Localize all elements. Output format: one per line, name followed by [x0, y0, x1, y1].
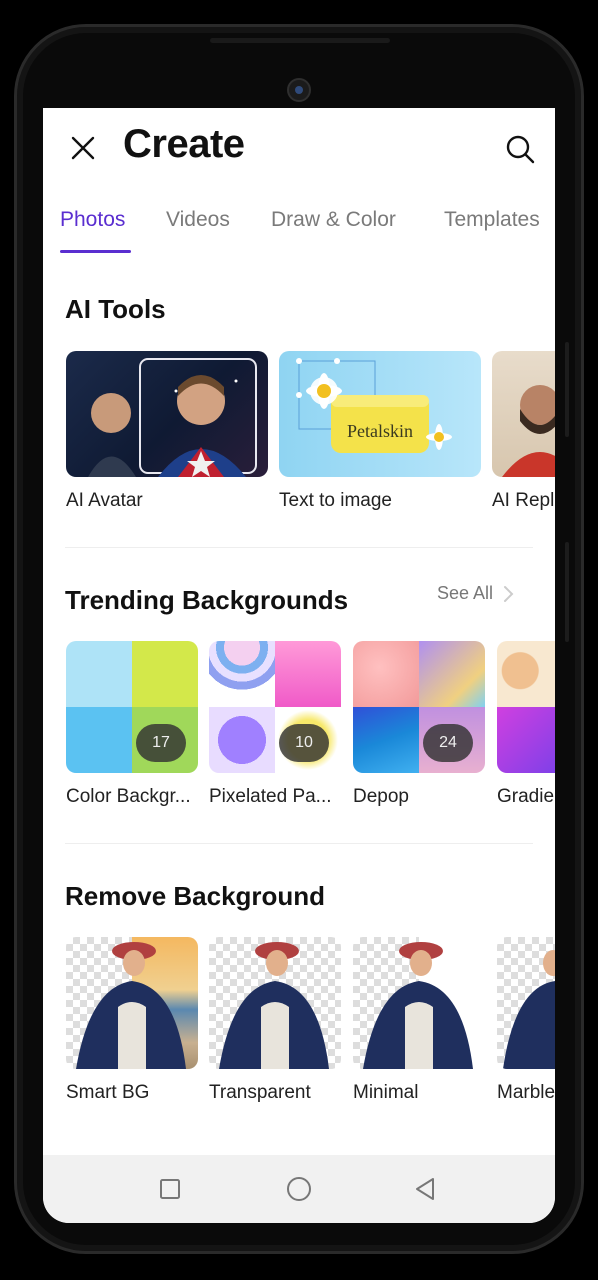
model-figure	[363, 942, 473, 1069]
section-title-trending: Trending Backgrounds	[65, 585, 349, 615]
circle-nav-icon	[287, 1177, 311, 1201]
tab-photos[interactable]: Photos	[60, 208, 125, 232]
front-camera	[287, 78, 311, 102]
close-icon	[71, 136, 95, 160]
ai-replace-card[interactable]	[492, 351, 555, 477]
back-button[interactable]	[409, 1173, 441, 1205]
chevron-right-icon	[504, 585, 514, 602]
section-title-remove-bg: Remove Background	[65, 881, 326, 911]
smart-bg-label: Smart BG	[66, 1082, 150, 1103]
active-tab-indicator	[60, 250, 131, 253]
see-all-link[interactable]: See All	[437, 583, 515, 604]
back-triangle-icon	[416, 1178, 434, 1200]
model-figure	[503, 950, 555, 1069]
ai-avatar-thumbnail	[88, 358, 257, 477]
tab-templates[interactable]: Templates	[444, 208, 540, 232]
marble-card[interactable]	[497, 937, 555, 1069]
page-title: Create	[123, 122, 245, 166]
ai-replace-label: AI Repl	[492, 490, 555, 511]
ai-avatar-label: AI Avatar	[66, 490, 143, 511]
volume-button	[565, 342, 569, 437]
minimal-card[interactable]	[353, 937, 485, 1069]
square-nav-icon	[160, 1179, 180, 1199]
marble-label: Marble	[497, 1082, 555, 1103]
gradient-label: Gradie	[497, 786, 555, 807]
transparent-label: Transparent	[209, 1082, 311, 1103]
tab-draw-color[interactable]: Draw & Color	[271, 208, 396, 232]
text-to-image-label: Text to image	[279, 490, 392, 511]
color-backgrounds-card[interactable]: 17	[66, 641, 198, 773]
color-backgrounds-label: Color Backgr...	[66, 786, 191, 807]
transparent-card[interactable]	[209, 937, 341, 1069]
model-figure	[76, 942, 186, 1069]
close-button[interactable]	[65, 130, 101, 166]
count-badge: 17	[136, 724, 186, 762]
section-title-ai-tools: AI Tools	[65, 294, 166, 324]
model-figure	[219, 942, 329, 1069]
tab-videos[interactable]: Videos	[166, 208, 230, 232]
divider	[65, 843, 533, 844]
pixelated-pattern-card[interactable]: 10	[209, 641, 341, 773]
depop-card[interactable]: 24	[353, 641, 485, 773]
tab-bar: Photos Videos Draw & Color Templates	[43, 204, 555, 260]
ai-avatar-card[interactable]	[66, 351, 268, 477]
text-to-image-thumbnail: Petalskin	[296, 358, 452, 453]
count-badge: 24	[423, 724, 473, 762]
ai-replace-thumbnail	[502, 385, 555, 477]
search-button[interactable]	[501, 130, 539, 168]
pixelated-pattern-label: Pixelated Pa...	[209, 786, 332, 807]
recent-apps-button[interactable]	[154, 1173, 186, 1205]
app-screen: Create Photos Videos Draw & Color Templa…	[43, 108, 555, 1223]
system-nav-bar	[43, 1155, 555, 1223]
see-all-label: See All	[437, 583, 494, 603]
gradient-card[interactable]	[497, 641, 555, 773]
divider	[65, 547, 533, 548]
depop-label: Depop	[353, 786, 409, 807]
text-to-image-card[interactable]: Petalskin	[279, 351, 481, 477]
smart-bg-card[interactable]	[66, 937, 198, 1069]
count-badge: 10	[279, 724, 329, 762]
petalskin-text: Petalskin	[347, 421, 413, 441]
top-bar: Create	[43, 108, 555, 188]
speaker-grille	[210, 38, 390, 43]
minimal-label: Minimal	[353, 1082, 419, 1103]
search-icon	[506, 135, 535, 164]
home-button[interactable]	[283, 1173, 315, 1205]
power-button	[565, 542, 569, 642]
